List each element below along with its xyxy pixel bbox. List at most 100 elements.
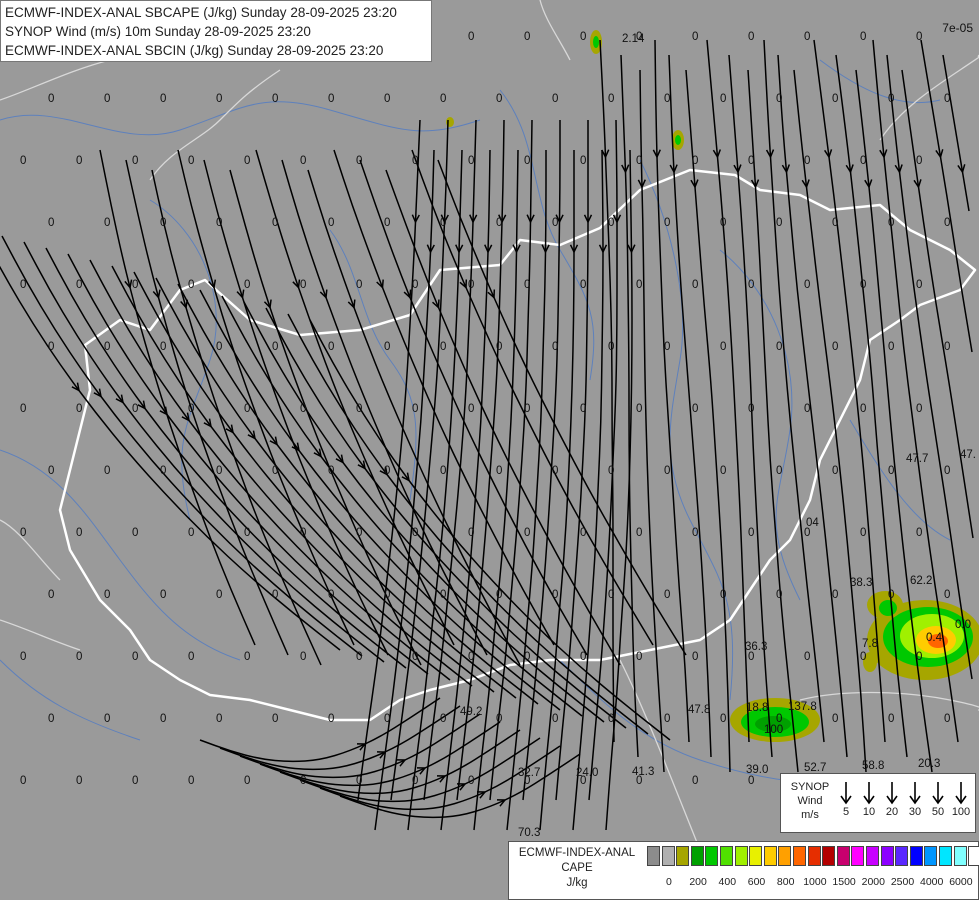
cin-zero-label: 0 xyxy=(552,589,558,601)
cin-zero-label: 0 xyxy=(916,403,922,415)
cape-color-swatch xyxy=(705,846,719,866)
wind-legend-speed: 100 xyxy=(951,806,971,818)
cin-zero-label: 0 xyxy=(468,403,474,415)
cin-zero-label: 0 xyxy=(76,279,82,291)
cin-zero-label: 0 xyxy=(356,651,362,663)
cin-zero-label: 0 xyxy=(300,155,306,167)
cin-zero-label: 0 xyxy=(720,589,726,601)
cin-zero-label: 0 xyxy=(524,279,530,291)
down-arrow-icon xyxy=(909,782,921,805)
cin-zero-label: 0 xyxy=(832,341,838,353)
cin-zero-label: 0 xyxy=(300,775,306,787)
cape-legend-title-line: J/kg xyxy=(566,877,588,889)
cin-zero-label: 0 xyxy=(860,31,866,43)
cin-zero-label: 0 xyxy=(440,217,446,229)
cape-tick-label: 6000 xyxy=(949,876,973,888)
cin-zero-label: 0 xyxy=(20,155,26,167)
cape-color-swatch xyxy=(647,846,660,866)
cin-zero-label: 0 xyxy=(552,217,558,229)
cape-tick-label: 2500 xyxy=(890,876,915,888)
cape-tick-label: 1000 xyxy=(803,876,827,888)
wind-legend-entry: 5 xyxy=(835,780,857,818)
cin-zero-label: 0 xyxy=(804,279,810,291)
cin-zero-label: 0 xyxy=(48,217,54,229)
cin-zero-label: 0 xyxy=(160,713,166,725)
cin-zero-label: 0 xyxy=(804,155,810,167)
cape-color-swatch xyxy=(763,846,777,866)
wind-legend-entry: 30 xyxy=(904,780,926,818)
station-value: 100 xyxy=(764,724,783,736)
cin-zero-label: 0 xyxy=(356,775,362,787)
map-title-box: ECMWF-INDEX-ANAL SBCAPE (J/kg) Sunday 28… xyxy=(0,0,432,62)
cin-zero-label: 0 xyxy=(692,279,698,291)
cin-zero-label: 0 xyxy=(636,279,642,291)
cin-zero-label: 0 xyxy=(132,279,138,291)
cin-zero-label: 0 xyxy=(860,527,866,539)
cin-zero-label: 0 xyxy=(160,93,166,105)
cin-zero-label: 0 xyxy=(608,217,614,229)
cin-zero-label: 0 xyxy=(384,713,390,725)
down-arrow-icon xyxy=(863,782,875,805)
wind-legend-title-line: SYNOP xyxy=(790,781,830,793)
cin-zero-label: 0 xyxy=(216,93,222,105)
cin-zero-label: 0 xyxy=(496,465,502,477)
cape-tick-label: 0 xyxy=(665,876,672,888)
cin-zero-label: 0 xyxy=(468,279,474,291)
cin-zero-label: 0 xyxy=(216,341,222,353)
cin-zero-label: 0 xyxy=(720,217,726,229)
cape-tick-label: 800 xyxy=(776,876,795,888)
cin-zero-label: 0 xyxy=(272,93,278,105)
cin-zero-label: 0 xyxy=(748,279,754,291)
cin-zero-label: 0 xyxy=(356,279,362,291)
cin-zero-label: 0 xyxy=(468,527,474,539)
cin-zero-label: 0 xyxy=(468,775,474,787)
cin-zero-label: 0 xyxy=(48,713,54,725)
cin-zero-label: 0 xyxy=(944,93,950,105)
cin-zero-label: 0 xyxy=(412,279,418,291)
station-value: 0.0 xyxy=(955,619,971,631)
cin-zero-label: 0 xyxy=(132,155,138,167)
down-arrow-icon xyxy=(886,782,898,805)
cin-zero-label: 0 xyxy=(636,403,642,415)
cin-zero-label: 0 xyxy=(216,589,222,601)
cin-zero-label: 0 xyxy=(244,651,250,663)
cape-color-swatch xyxy=(720,846,733,866)
cin-zero-label: 0 xyxy=(636,527,642,539)
cin-zero-label: 0 xyxy=(328,341,334,353)
cin-zero-label: 0 xyxy=(916,279,922,291)
wind-legend-entry: 10 xyxy=(858,780,880,818)
station-value: 47.7 xyxy=(906,453,928,465)
cin-zero-label: 0 xyxy=(272,217,278,229)
cin-zero-label: 0 xyxy=(188,155,194,167)
cin-zero-label: 0 xyxy=(776,93,782,105)
cin-zero-label: 0 xyxy=(244,155,250,167)
cin-zero-label: 0 xyxy=(748,775,754,787)
cin-zero-label: 0 xyxy=(524,527,530,539)
cape-legend: ECMWF-INDEX-ANAL CAPE J/kg 0 200 400 600 800… xyxy=(508,841,979,900)
cin-zero-label: 0 xyxy=(748,403,754,415)
cin-zero-label: 0 xyxy=(804,651,810,663)
cin-zero-label: 0 xyxy=(832,713,838,725)
wind-legend-entry: 100 xyxy=(950,780,972,818)
cin-zero-label: 0 xyxy=(356,403,362,415)
cape-color-swatch xyxy=(749,846,763,866)
cin-zero-label: 0 xyxy=(888,217,894,229)
station-value: 58.8 xyxy=(862,760,884,772)
cin-zero-label: 0 xyxy=(888,465,894,477)
cin-zero-label: 0 xyxy=(300,527,306,539)
cin-zero-label: 0 xyxy=(916,651,922,663)
cin-zero-label: 0 xyxy=(692,155,698,167)
cape-color-swatch xyxy=(880,846,894,866)
cin-zero-label: 0 xyxy=(20,403,26,415)
cin-zero-label: 0 xyxy=(720,341,726,353)
cin-zero-label: 0 xyxy=(524,31,530,43)
cin-zero-label: 0 xyxy=(104,713,110,725)
cin-zero-label: 0 xyxy=(636,651,642,663)
cin-zero-label: 0 xyxy=(888,341,894,353)
cin-zero-label: 0 xyxy=(664,465,670,477)
cin-zero-label: 0 xyxy=(580,527,586,539)
cin-zero-label: 0 xyxy=(440,341,446,353)
wind-legend: SYNOP Wind m/s 5 10 20 30 50 100 xyxy=(780,773,976,833)
cin-zero-label: 0 xyxy=(132,775,138,787)
cin-zero-label: 0 xyxy=(160,589,166,601)
